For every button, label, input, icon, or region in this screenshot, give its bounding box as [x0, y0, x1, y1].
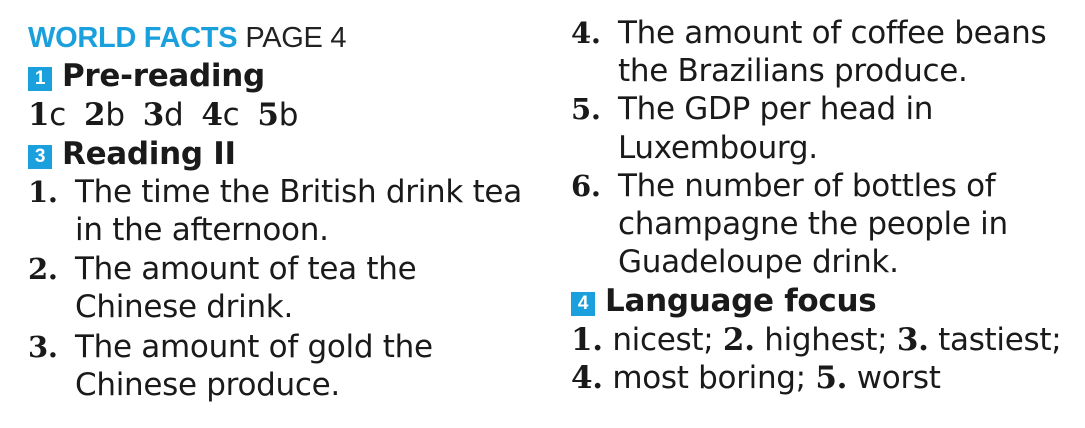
language-focus-answers-line-1: 1. nicest; 2. highest; 3. tastiest; [571, 322, 1062, 358]
pre-reading-answers: 1c 2b 3d 4c 5b [28, 97, 316, 133]
language-focus-heading: 4 Language focus [571, 283, 877, 319]
item-number: 2. [722, 322, 755, 358]
answer-item: 2b [84, 97, 125, 133]
item-number: 2. [28, 252, 58, 286]
answer-text: tastiest; [938, 322, 1062, 358]
page-number: PAGE 4 [245, 22, 347, 54]
section-badge: 3 [28, 145, 52, 169]
reading-ii-heading: 3 Reading II [28, 136, 236, 172]
section-title: WORLD FACTS PAGE 4 [28, 20, 346, 56]
answer-item: 3d [142, 97, 184, 133]
item-line: The time the British drink tea [75, 174, 522, 210]
heading-text: Pre-reading [62, 58, 265, 94]
item-line: Chinese drink. [75, 289, 293, 325]
answer-text: worst [856, 360, 941, 396]
item-line: The amount of coffee beans [618, 15, 1047, 51]
answer-item: 1c [28, 97, 67, 133]
item-line: The amount of gold the [75, 329, 433, 365]
item-line: Luxembourg. [618, 130, 818, 166]
item-number: 4. [571, 360, 603, 396]
item-line: The amount of tea the [75, 251, 417, 287]
answer-text: nicest; [612, 322, 714, 358]
item-number: 3. [28, 330, 58, 364]
heading-text: Reading II [62, 136, 236, 172]
language-focus-answers-line-2: 4. most boring; 5. worst [571, 360, 941, 396]
answer-text: highest; [764, 322, 888, 358]
heading-text: Language focus [605, 283, 877, 319]
item-number: 3. [896, 322, 929, 358]
title-text: WORLD FACTS [28, 22, 238, 54]
section-badge: 4 [571, 292, 595, 316]
item-number: 5. [571, 92, 601, 126]
item-line: Chinese produce. [75, 367, 340, 403]
item-line: champagne the people in [618, 206, 1008, 242]
item-number: 6. [571, 169, 601, 203]
item-number: 4. [571, 16, 601, 50]
item-line: Guadeloupe drink. [618, 244, 899, 280]
item-number: 5. [815, 360, 848, 396]
item-line: the Brazilians produce. [618, 53, 968, 89]
answer-item: 4c [201, 97, 240, 133]
pre-reading-heading: 1 Pre-reading [28, 58, 265, 94]
item-line: The GDP per head in [618, 91, 934, 127]
item-line: The number of bottles of [618, 168, 996, 204]
answer-text: most boring; [612, 360, 806, 396]
answer-item: 5b [257, 97, 299, 133]
section-badge: 1 [28, 67, 52, 91]
item-line: in the afternoon. [75, 212, 329, 248]
item-number: 1. [571, 322, 603, 358]
item-number: 1. [28, 175, 58, 209]
answer-key-page: WORLD FACTS PAGE 4 1 Pre-reading 1c 2b 3d 4c 5… [0, 0, 1085, 428]
